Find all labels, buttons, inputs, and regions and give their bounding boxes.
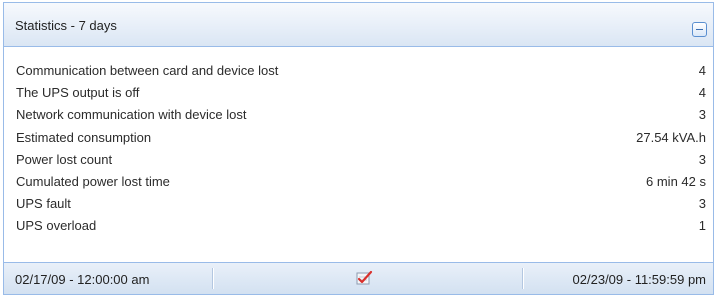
stat-label: Cumulated power lost time	[16, 173, 170, 189]
footer-separator	[522, 268, 524, 289]
stat-label: UPS fault	[16, 196, 71, 212]
stat-row: UPS overload 1	[4, 215, 713, 237]
stat-row: UPS fault 3	[4, 193, 713, 215]
stat-label: The UPS output is off	[16, 85, 140, 101]
stat-row: Power lost count 3	[4, 149, 713, 171]
collapse-button[interactable]	[692, 22, 707, 37]
stat-label: Network communication with device lost	[16, 107, 247, 123]
stat-value: 4	[698, 85, 706, 101]
stat-label: Power lost count	[16, 151, 113, 167]
stat-value: 27.54 kVA.h	[636, 129, 706, 145]
chart-check-icon	[356, 270, 373, 285]
stat-row: Network communication with device lost 3	[4, 104, 713, 126]
stat-value: 3	[698, 151, 706, 167]
panel-title: Statistics - 7 days	[15, 18, 117, 33]
panel-header: Statistics - 7 days	[4, 3, 713, 47]
chart-check-button[interactable]	[356, 270, 374, 286]
stat-value: 6 min 42 s	[646, 173, 706, 189]
start-date: 02/17/09 - 12:00:00 am	[15, 272, 150, 287]
stat-row: Cumulated power lost time 6 min 42 s	[4, 171, 713, 193]
stats-list: Communication between card and device lo…	[4, 60, 713, 238]
stat-value: 1	[698, 218, 706, 234]
panel-footer: 02/17/09 - 12:00:00 am 02/23/09 - 11:59:…	[4, 262, 713, 294]
footer-separator	[212, 268, 214, 289]
stat-row: Estimated consumption 27.54 kVA.h	[4, 127, 713, 149]
statistics-panel: Statistics - 7 days Communication betwee…	[3, 2, 714, 295]
stat-value: 4	[698, 63, 706, 78]
stat-row: The UPS output is off 4	[4, 82, 713, 104]
end-date: 02/23/09 - 11:59:59 pm	[572, 272, 706, 287]
stat-row: Communication between card and device lo…	[4, 60, 713, 82]
minus-icon	[696, 29, 703, 30]
stat-value: 3	[698, 107, 706, 123]
stat-label: UPS overload	[16, 218, 97, 234]
stat-label: Estimated consumption	[16, 129, 152, 145]
stat-value: 3	[698, 196, 706, 212]
stat-label: Communication between card and device lo…	[16, 63, 279, 78]
